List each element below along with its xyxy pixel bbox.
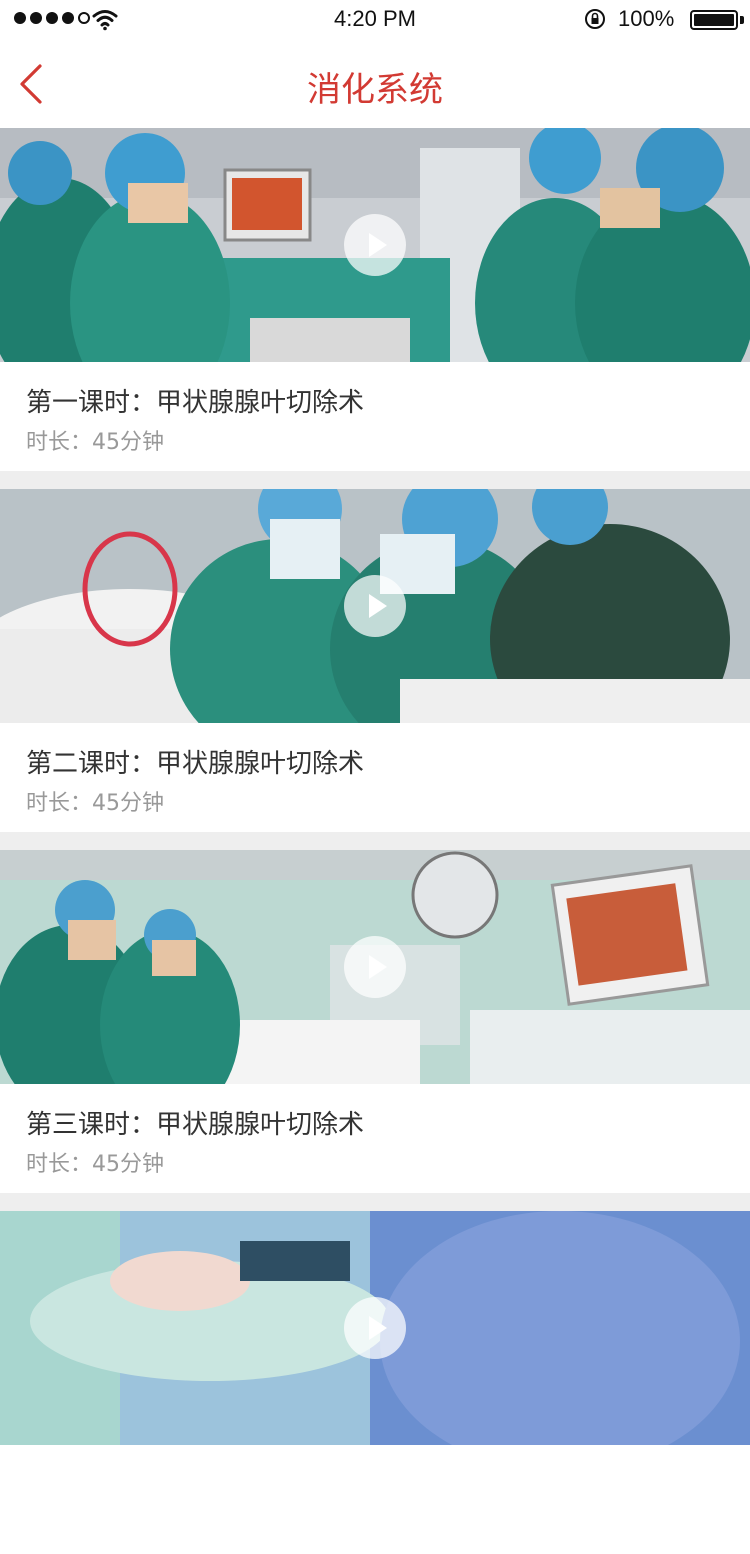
status-bar: 4:20 PM 100% [0,0,750,40]
lesson-thumbnail [0,128,750,362]
lesson-title: 第一课时：甲状腺腺叶切除术 [26,388,365,418]
lesson-thumbnail [0,1211,750,1445]
lesson-title: 第三课时：甲状腺腺叶切除术 [26,1110,365,1140]
rotation-lock-icon [585,9,605,29]
lesson-card[interactable]: 第一课时：甲状腺腺叶切除术 时长：45分钟 [0,128,750,471]
page-title: 消化系统 [307,70,443,110]
play-button[interactable] [344,214,406,276]
lesson-card[interactable]: 第二课时：甲状腺腺叶切除术 时长：45分钟 [0,489,750,832]
nav-bar: 消化系统 [0,40,750,128]
battery-tip [740,16,744,24]
lesson-thumbnail [0,850,750,1084]
lesson-duration: 时长：45分钟 [26,430,164,455]
battery-percent: 100% [618,6,675,31]
play-button[interactable] [344,1297,406,1359]
lesson-duration: 时长：45分钟 [26,791,164,816]
lesson-card[interactable] [0,1211,750,1554]
lesson-title: 第二课时：甲状腺腺叶切除术 [26,749,365,779]
lesson-duration: 时长：45分钟 [26,1152,164,1177]
battery-icon [690,10,738,30]
play-button[interactable] [344,936,406,998]
lesson-thumbnail [0,489,750,723]
lesson-card[interactable]: 第三课时：甲状腺腺叶切除术 时长：45分钟 [0,850,750,1193]
play-button[interactable] [344,575,406,637]
